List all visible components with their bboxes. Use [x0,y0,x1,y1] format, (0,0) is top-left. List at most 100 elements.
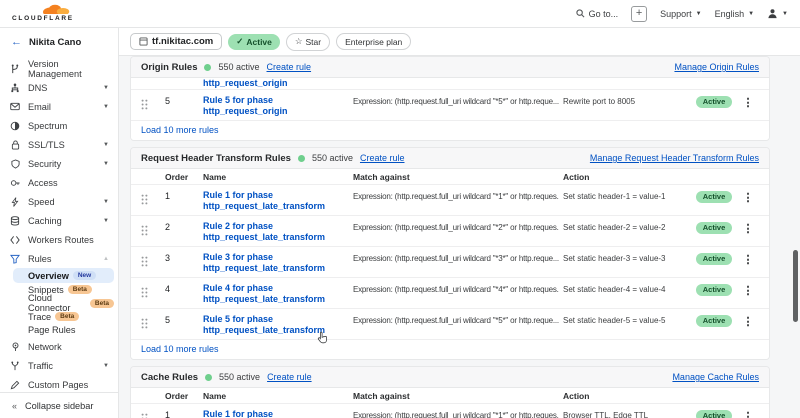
sidebar-item-access[interactable]: Access [0,173,118,192]
access-key-icon [9,178,21,188]
drag-handle-icon[interactable] [141,95,157,115]
site-icon [139,37,148,46]
drag-handle-icon[interactable] [141,190,157,210]
support-label: Support [660,9,692,19]
kebab-menu-icon[interactable]: ⋮ [739,221,757,235]
kebab-menu-icon[interactable]: ⋮ [739,314,757,328]
star-button[interactable]: ☆ Star [286,33,330,51]
sidebar-item-dns[interactable]: DNS ▼ [0,78,118,97]
rule-name-link[interactable]: Rule 2 for phase http_request_late_trans… [195,221,345,242]
sidebar-item-version-management[interactable]: Version Management [0,59,118,78]
sidebar-item-label: Workers Routes [28,235,94,245]
support-menu[interactable]: Support ▼ [660,9,701,19]
sidebar-item-page-rules[interactable]: Page Rules [13,324,114,338]
sidebar-item-security[interactable]: Security ▼ [0,154,118,173]
sidebar-item-network[interactable]: Network [0,337,118,356]
sidebar-item-cloud-connector[interactable]: Cloud Connector Beta [13,297,114,311]
sidebar-item-speed[interactable]: Speed ▼ [0,192,118,211]
plan-badge: Enterprise plan [336,33,411,50]
sidebar-item-caching[interactable]: Caching ▼ [0,211,118,230]
sidebar-item-label: Traffic [28,361,53,371]
account-header[interactable]: ← Nikita Cano [0,28,118,56]
language-menu[interactable]: English ▼ [715,9,754,19]
sidebar-item-label: Network [28,342,62,352]
column-order: Order [159,391,193,401]
status-badge: Active [696,191,733,203]
kebab-menu-icon[interactable]: ⋮ [739,252,757,266]
load-more-link[interactable]: Load 10 more rules [131,120,769,140]
active-dot-icon [204,64,211,71]
rule-name-link[interactable]: Rule 4 for phase http_request_late_trans… [195,283,345,304]
table-row[interactable]: 2 Rule 2 for phase http_request_late_tra… [131,215,769,246]
rule-name-link[interactable]: Rule 1 for phase http_request_cache_sett… [195,409,345,418]
active-dot-icon [205,374,212,381]
table-row[interactable]: 5 Rule 5 for phase http_request_origin E… [131,89,769,120]
kebab-menu-icon[interactable]: ⋮ [739,95,757,109]
chevron-down-icon: ▼ [103,199,109,205]
manage-rht-rules-link[interactable]: Manage Request Header Transform Rules [590,153,759,163]
lock-icon [9,140,21,150]
add-site-button[interactable]: + [631,6,647,22]
table-column-headers: Order Name Match against Action [131,388,769,403]
drag-handle-icon[interactable] [141,314,157,334]
rule-order: 4 [159,283,193,294]
column-order: Order [159,172,193,182]
sidebar-item-rules[interactable]: Rules ▲ [0,249,118,268]
sidebar-item-workers-routes[interactable]: Workers Routes [0,230,118,249]
status-badge: Active [696,253,733,265]
create-rule-link[interactable]: Create rule [267,62,312,72]
cloudflare-logo[interactable]: CLOUDFLARE [12,4,74,23]
load-more-link[interactable]: Load 10 more rules [131,339,769,359]
chevron-down-icon: ▼ [103,85,109,91]
rule-action: Rewrite port to 8005 [561,95,689,106]
create-rule-link[interactable]: Create rule [360,153,405,163]
lightning-icon [9,197,21,207]
rule-name-link[interactable]: Rule 3 for phase http_request_late_trans… [195,252,345,273]
rule-name-link[interactable]: http_request_origin [195,78,345,89]
table-row-partial[interactable]: http_request_origin [131,78,769,89]
table-row[interactable]: 1 Rule 1 for phase http_request_late_tra… [131,184,769,215]
kebab-menu-icon[interactable]: ⋮ [739,190,757,204]
sidebar-subitem-label: Page Rules [28,325,76,335]
rht-rules-header: Request Header Transform Rules 550 activ… [131,148,769,169]
beta-badge: Beta [55,312,79,321]
kebab-menu-icon[interactable]: ⋮ [739,283,757,297]
sidebar-item-trace[interactable]: Trace Beta [13,310,114,324]
chevron-down-icon: ▼ [748,11,754,17]
rule-name-link[interactable]: Rule 1 for phase http_request_late_trans… [195,190,345,211]
table-row[interactable]: 4 Rule 4 for phase http_request_late_tra… [131,277,769,308]
drag-handle-icon[interactable] [141,409,157,418]
table-row[interactable]: 5 Rule 5 for phase http_request_late_tra… [131,308,769,339]
collapse-sidebar-button[interactable]: « Collapse sidebar [0,392,118,418]
manage-origin-rules-link[interactable]: Manage Origin Rules [674,62,759,72]
rule-name-link[interactable]: Rule 5 for phase http_request_late_trans… [195,314,345,335]
rule-match: Expression: (http.request.full_uri wildc… [347,95,559,106]
back-arrow-icon[interactable]: ← [11,36,22,48]
sidebar-item-label: Caching [28,216,62,226]
drag-handle-icon[interactable] [141,221,157,241]
drag-handle-icon[interactable] [141,283,157,303]
sidebar-item-spectrum[interactable]: Spectrum [0,116,118,135]
create-rule-link[interactable]: Create rule [267,372,312,382]
sidebar: ← Nikita Cano Version Management DNS ▼ [0,28,119,418]
rule-name-link[interactable]: Rule 5 for phase http_request_origin [195,95,345,116]
sidebar-item-traffic[interactable]: Traffic ▼ [0,356,118,375]
funnel-icon [9,254,21,264]
drag-handle-icon[interactable] [141,252,157,272]
sidebar-item-overview[interactable]: Overview New [13,268,114,283]
table-row[interactable]: 3 Rule 3 for phase http_request_late_tra… [131,246,769,277]
sidebar-item-ssl-tls[interactable]: SSL/TLS ▼ [0,135,118,154]
active-count: 550 active [312,153,353,163]
column-match: Match against [347,391,559,401]
vertical-scrollbar[interactable] [793,250,798,322]
sidebar-item-email[interactable]: Email ▼ [0,97,118,116]
account-menu[interactable]: ▼ [767,8,788,19]
rule-action: Browser TTL, Edge TTL [561,409,689,418]
table-row[interactable]: 1 Rule 1 for phase http_request_cache_se… [131,403,769,418]
kebab-menu-icon[interactable]: ⋮ [739,409,757,418]
rule-order: 3 [159,252,193,263]
zone-selector[interactable]: tf.nikitac.com [130,33,222,50]
goto-search[interactable]: Go to... [576,9,619,19]
rule-match: Expression: (http.request.full_uri wildc… [347,314,559,325]
manage-cache-rules-link[interactable]: Manage Cache Rules [672,372,759,382]
